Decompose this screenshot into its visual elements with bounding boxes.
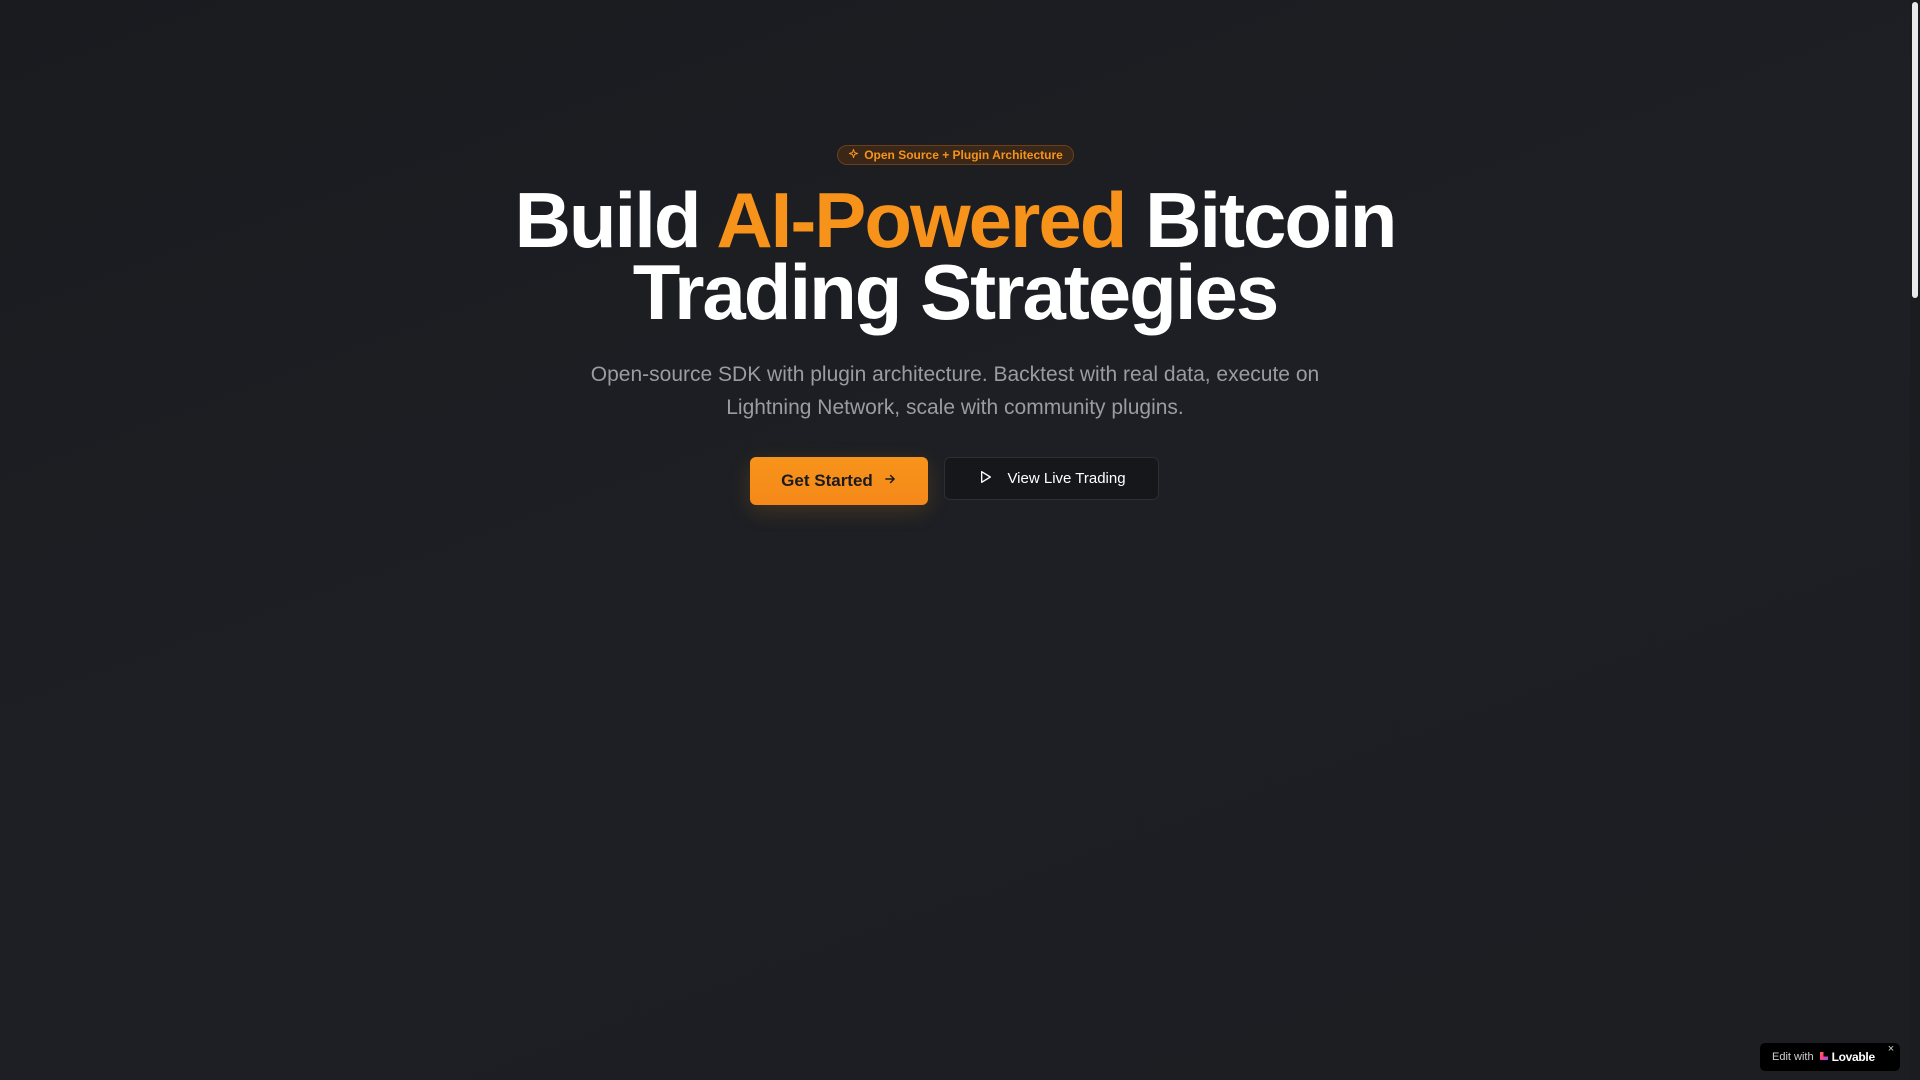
feature-badge: Open Source + Plugin Architecture — [837, 145, 1074, 165]
headline-line2: Trading Strategies — [632, 248, 1280, 336]
close-icon[interactable]: × — [1885, 1043, 1897, 1055]
scrollbar-thumb[interactable] — [1912, 2, 1918, 298]
sparkle-icon — [848, 148, 859, 162]
get-started-label: Get Started — [781, 471, 873, 490]
lovable-brand: Lovable — [1831, 1050, 1876, 1064]
hero-headline: Build AI-Powered Bitcoin Trading Strategi… — [0, 181, 1910, 331]
view-live-trading-button[interactable]: View Live Trading — [944, 457, 1159, 500]
hero-subtitle: Open-source SDK with plugin architecture… — [590, 363, 1320, 419]
badge-label: Open Source + Plugin Architecture — [864, 148, 1063, 162]
get-started-button[interactable]: Get Started — [750, 457, 928, 505]
lovable-heart-icon — [1819, 1051, 1832, 1064]
edit-with-lovable-badge[interactable]: Edit with Lovable — [1760, 1043, 1900, 1071]
edit-with-label: Edit with — [1772, 1051, 1814, 1063]
view-live-trading-label: View Live Trading — [1007, 470, 1126, 487]
play-icon — [977, 469, 993, 489]
arrow-right-icon — [883, 471, 897, 491]
landing-page: Open Source + Plugin Architecture Build … — [0, 0, 1920, 1080]
